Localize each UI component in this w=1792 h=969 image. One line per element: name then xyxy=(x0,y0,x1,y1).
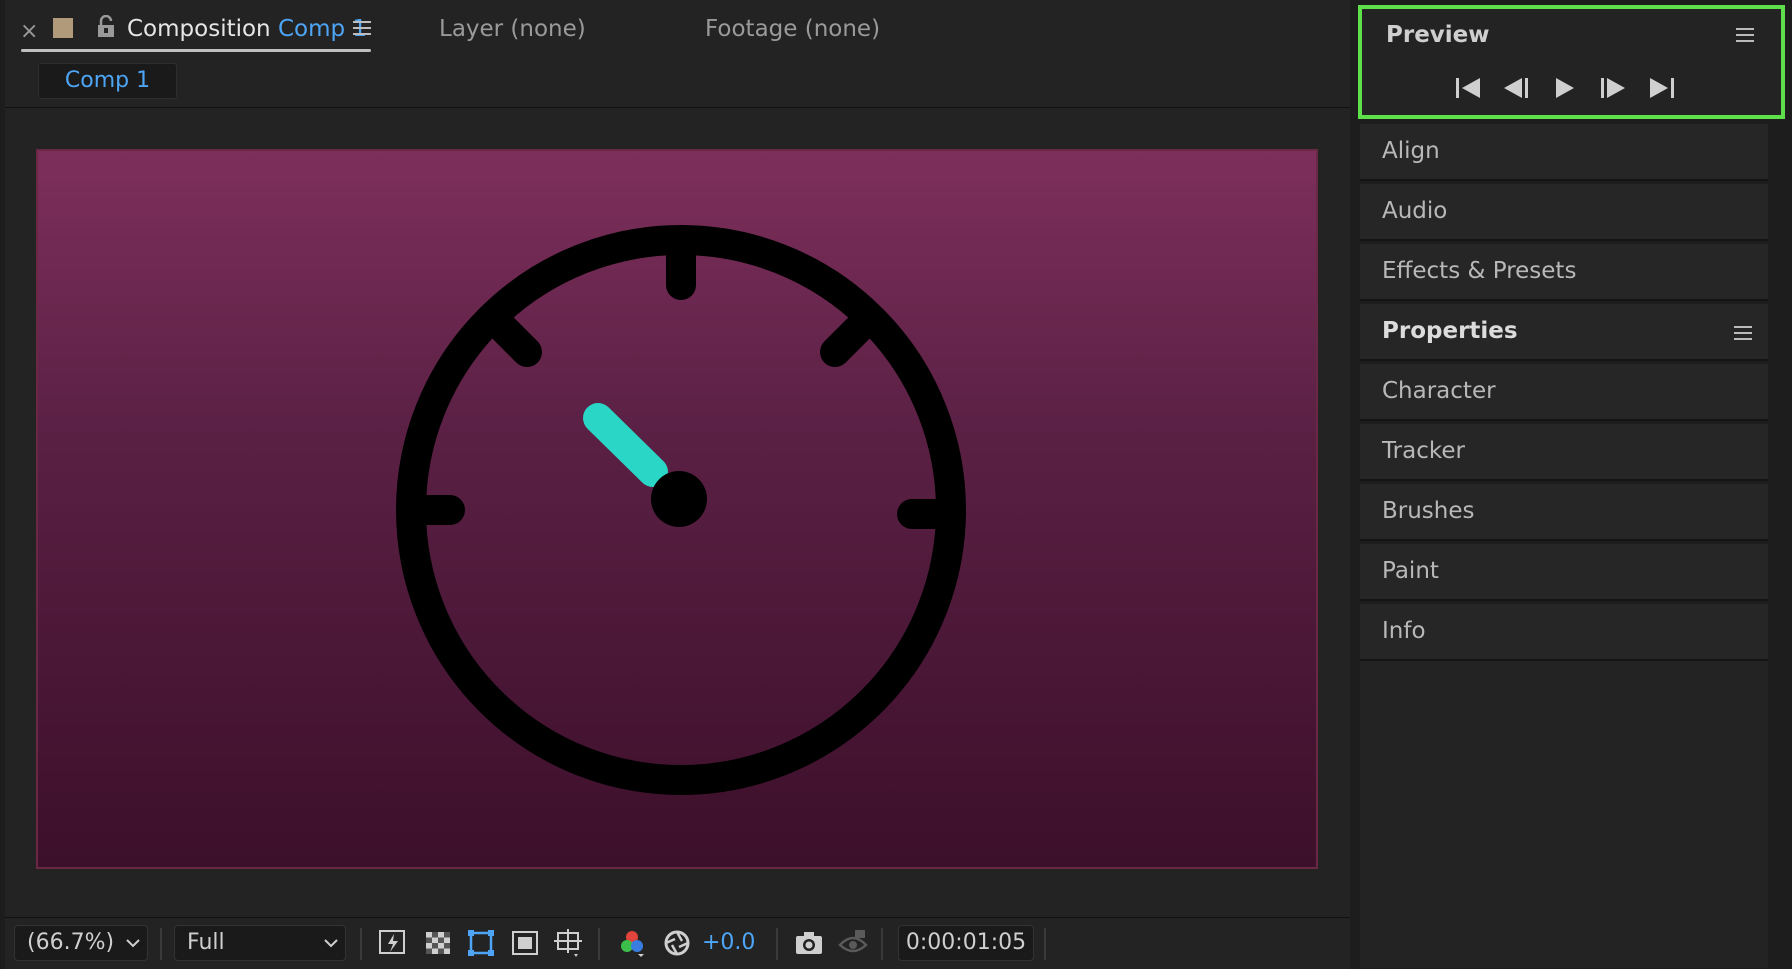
composition-navigator-tab[interactable]: Comp 1 xyxy=(38,63,177,99)
panel-properties[interactable]: Properties xyxy=(1360,304,1768,361)
tab-footage[interactable]: Footage (none) xyxy=(705,16,880,42)
panel-tracker-label: Tracker xyxy=(1382,438,1465,464)
resolution-value: Full xyxy=(187,930,225,955)
panel-align-label: Align xyxy=(1382,138,1440,164)
panel-paint[interactable]: Paint xyxy=(1360,544,1768,601)
region-of-interest-icon[interactable] xyxy=(509,927,541,959)
chevron-down-icon xyxy=(126,939,140,948)
composition-panel-header: × Composition Comp 1 Layer (none) Footag… xyxy=(0,0,1345,58)
panel-character-label: Character xyxy=(1382,378,1496,404)
lock-icon[interactable] xyxy=(95,15,117,39)
gauge-needle xyxy=(583,403,668,487)
tab-layer[interactable]: Layer (none) xyxy=(439,16,586,42)
panel-character[interactable]: Character xyxy=(1360,364,1768,421)
panel-effects-presets-label: Effects & Presets xyxy=(1382,258,1577,284)
toolbar-divider xyxy=(598,928,600,960)
snapshot-camera-icon[interactable] xyxy=(793,927,825,959)
toolbar-divider xyxy=(360,928,362,960)
show-snapshot-icon[interactable] xyxy=(837,927,869,959)
panel-tracker[interactable]: Tracker xyxy=(1360,424,1768,481)
mask-path-icon[interactable] xyxy=(465,927,497,959)
close-icon[interactable]: × xyxy=(20,19,38,44)
chevron-down-icon xyxy=(324,939,338,948)
magnification-value: (66.7%) xyxy=(27,930,115,955)
transparency-grid-icon[interactable] xyxy=(422,927,454,959)
preview-panel: Preview xyxy=(1358,5,1785,119)
toolbar-divider xyxy=(1044,928,1046,960)
color-channels-icon[interactable] xyxy=(616,927,648,959)
play-icon[interactable] xyxy=(1552,76,1576,100)
first-frame-icon[interactable] xyxy=(1454,76,1482,100)
panel-properties-label: Properties xyxy=(1382,318,1518,344)
panel-paint-label: Paint xyxy=(1382,558,1439,584)
grid-guides-icon[interactable] xyxy=(552,927,584,959)
previous-frame-icon[interactable] xyxy=(1502,76,1530,100)
toolbar-divider xyxy=(776,928,778,960)
magnification-dropdown[interactable]: (66.7%) xyxy=(14,925,148,961)
fast-preview-icon[interactable] xyxy=(377,927,409,959)
panel-brushes-label: Brushes xyxy=(1382,498,1475,524)
last-frame-icon[interactable] xyxy=(1648,76,1676,100)
panel-info[interactable]: Info xyxy=(1360,604,1768,661)
timecode-display[interactable]: 0:00:01:05 xyxy=(898,925,1034,961)
hamburger-menu-icon[interactable] xyxy=(1734,325,1752,341)
preview-title: Preview xyxy=(1386,22,1490,48)
panel-effects-presets[interactable]: Effects & Presets xyxy=(1360,244,1768,301)
composition-tab-label: Composition xyxy=(127,16,271,42)
next-frame-icon[interactable] xyxy=(1599,76,1627,100)
toolbar-divider xyxy=(160,928,162,960)
exposure-reset-icon[interactable] xyxy=(661,927,693,959)
color-swatch-icon[interactable] xyxy=(53,18,73,38)
panel-brushes[interactable]: Brushes xyxy=(1360,484,1768,541)
empty-panel-area xyxy=(1360,661,1768,968)
hamburger-menu-icon[interactable] xyxy=(1736,27,1754,43)
toolbar-divider xyxy=(881,928,883,960)
hamburger-menu-icon[interactable] xyxy=(353,20,371,36)
exposure-value[interactable]: +0.0 xyxy=(702,930,755,955)
active-tab-indicator xyxy=(21,49,371,52)
panel-align[interactable]: Align xyxy=(1360,124,1768,181)
composition-canvas[interactable] xyxy=(36,149,1318,869)
resolution-dropdown[interactable]: Full xyxy=(174,925,346,961)
panel-audio-label: Audio xyxy=(1382,198,1448,224)
gauge-hub xyxy=(651,471,707,527)
panel-audio[interactable]: Audio xyxy=(1360,184,1768,241)
tab-composition[interactable]: Composition Comp 1 xyxy=(127,16,367,42)
speedometer-graphic xyxy=(396,225,966,795)
panel-info-label: Info xyxy=(1382,618,1426,644)
